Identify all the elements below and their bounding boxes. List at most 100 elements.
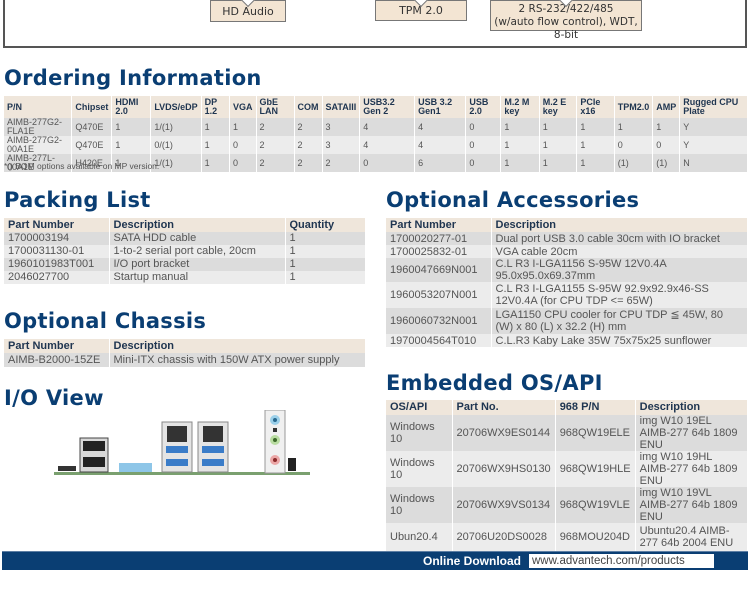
table-cell: 1 xyxy=(652,118,681,136)
table-cell: 0 xyxy=(229,154,257,172)
table-row: AIMB-277G2-FLA1E Q470E 1 1/(1) 1 1 2 2 3 4 4 0 1 1 1 1 1… xyxy=(4,118,748,136)
ordering-title: Ordering Information xyxy=(4,66,262,90)
table-cell: 1 xyxy=(201,154,231,172)
diagram-box-serial: 2 RS-232/422/485 (w/auto flow control), … xyxy=(490,0,642,41)
table-header-row: P/N Chipset HDMI 2.0 LVDS/eDP DP 1.2 VGA GbE L… xyxy=(4,96,748,118)
table-cell: 2 xyxy=(294,154,323,172)
table-row: 1700003194 SATA HDD cable 1 xyxy=(4,232,366,245)
table-header-row: Part Number Description xyxy=(4,339,366,353)
column-header: USB 3.2 Gen1 xyxy=(414,96,467,118)
table-cell: 1 xyxy=(576,118,615,136)
io-view-image xyxy=(54,410,310,475)
table-cell: 1 xyxy=(285,232,366,245)
table-cell: 2 xyxy=(294,118,323,136)
table-cell: Windows 10 xyxy=(386,451,453,487)
table-cell: AIMB-277G2-00A1E xyxy=(4,136,73,154)
spdif-port-icon xyxy=(288,458,296,471)
table-cell: Startup manual xyxy=(109,271,286,284)
table-row: AIMB-B2000-15ZE Mini-ITX chassis with 150… xyxy=(4,353,366,367)
table-cell: 1 xyxy=(500,136,540,154)
table-row: 1970004564T010 C.L.R3 Kaby Lake 35W 75x75… xyxy=(386,334,748,347)
dp-hdmi-port-icon xyxy=(79,437,109,473)
column-header: 968 P/N xyxy=(555,400,636,415)
table-cell: 20706WX9VS0134 xyxy=(452,487,556,523)
lan-usb-stack-2-icon xyxy=(197,421,229,473)
table-cell: 0/(1) xyxy=(150,136,202,154)
table-cell: 1 xyxy=(539,136,578,154)
table-cell: 20706WX9ES0144 xyxy=(452,415,556,451)
diagram-box-label: (w/auto flow control), WDT, 8-bit xyxy=(494,16,638,41)
table-cell: 0 xyxy=(465,118,502,136)
audio-jacks-icon xyxy=(264,410,286,474)
table-cell: 1/(1) xyxy=(150,118,202,136)
column-header: LVDS/eDP xyxy=(150,96,202,118)
table-cell: 2046027700 xyxy=(4,271,110,284)
table-cell: (1) xyxy=(614,154,654,172)
online-download-label: Online Download xyxy=(423,554,521,568)
table-cell: 1700025832-01 xyxy=(386,245,492,258)
table-row: 1960053207N001 C.L R3 I-LGA1155 S-95W 92.… xyxy=(386,282,748,308)
table-header-row: OS/API Part No. 968 P/N Description xyxy=(386,400,749,415)
column-header: PCIe x16 xyxy=(576,96,615,118)
table-cell: 1700020277-01 xyxy=(386,232,492,245)
led-header-icon xyxy=(58,466,76,471)
table-cell: 3 xyxy=(322,136,361,154)
column-header: Part Number xyxy=(386,218,492,232)
column-header: COM xyxy=(294,96,323,118)
chassis-title: Optional Chassis xyxy=(4,309,207,333)
table-cell: img W10 19HL AIMB-277 64b 1809 ENU xyxy=(635,451,749,487)
table-cell: 0 xyxy=(652,136,681,154)
diagram-box-tpm: TPM 2.0 xyxy=(375,0,467,21)
table-cell: C.L R3 I-LGA1156 S-95W 12V0.4A 95.0x95.0… xyxy=(491,258,748,282)
block-diagram: HD Audio TPM 2.0 2 RS-232/422/485 (w/aut… xyxy=(3,0,747,48)
table-cell: AIMB-277G2-FLA1E xyxy=(4,118,73,136)
os-table: OS/API Part No. 968 P/N Description Windows… xyxy=(386,400,749,551)
table-cell: 1960101983T001 xyxy=(4,258,110,271)
table-row: Windows 10 20706WX9VS0134 968QW19VLE img W1… xyxy=(386,487,749,523)
table-cell: 1960053207N001 xyxy=(386,282,492,308)
table-cell: Q470E xyxy=(71,136,113,154)
table-cell: (1) xyxy=(652,154,681,172)
online-download-link[interactable]: www.advantech.com/products xyxy=(529,554,714,568)
table-cell: 4 xyxy=(414,136,467,154)
column-header: Part Number xyxy=(4,218,110,232)
table-cell: 0 xyxy=(359,154,416,172)
column-header: Part No. xyxy=(452,400,556,415)
table-cell: 20706U20DS0028 xyxy=(452,523,556,551)
table-cell: 968QW19ELE xyxy=(555,415,636,451)
table-cell: Ubun20.4 xyxy=(386,523,453,551)
table-cell: SATA HDD cable xyxy=(109,232,286,245)
table-cell: VGA cable 20cm xyxy=(491,245,748,258)
table-cell: 0 xyxy=(465,136,502,154)
table-row: 1700031130-01 1-to-2 serial port cable, 2… xyxy=(4,245,366,258)
table-cell: 1 xyxy=(201,118,231,136)
table-cell: I/O port bracket xyxy=(109,258,286,271)
table-cell: 1 xyxy=(229,118,257,136)
column-header: HDMI 2.0 xyxy=(111,96,152,118)
table-row: 2046027700 Startup manual 1 xyxy=(4,271,366,284)
table-cell: 1 xyxy=(285,245,366,258)
column-header: Description xyxy=(109,218,286,232)
blue-header-icon xyxy=(119,463,152,472)
table-cell: 1 xyxy=(201,136,231,154)
column-header: AMP xyxy=(652,96,681,118)
ordering-note: *() BOM options available on MP version. xyxy=(4,161,160,171)
table-cell: C.L.R3 Kaby Lake 35W 75x75x25 sunflower xyxy=(491,334,748,347)
table-cell: Q470E xyxy=(71,118,113,136)
table-row: 1700025832-01 VGA cable 20cm xyxy=(386,245,748,258)
table-cell: Y xyxy=(679,136,748,154)
table-cell: 1 xyxy=(576,154,615,172)
footer-bar: Online Download www.advantech.com/produc… xyxy=(2,551,748,570)
table-cell: 1960060732N001 xyxy=(386,308,492,334)
column-header: Chipset xyxy=(71,96,113,118)
column-header: Description xyxy=(109,339,366,353)
table-row: 1960060732N001 LGA1150 CPU cooler for CPU… xyxy=(386,308,748,334)
column-header: Quantity xyxy=(285,218,366,232)
table-cell: Windows 10 xyxy=(386,415,453,451)
column-header: P/N xyxy=(4,96,73,118)
table-row: 1700020277-01 Dual port USB 3.0 cable 30c… xyxy=(386,232,748,245)
table-row: Windows 10 20706WX9HS0130 968QW19HLE img W1… xyxy=(386,451,749,487)
table-cell: 968QW19VLE xyxy=(555,487,636,523)
table-row: Windows 10 20706WX9ES0144 968QW19ELE img W1… xyxy=(386,415,749,451)
column-header: M.2 E key xyxy=(539,96,578,118)
